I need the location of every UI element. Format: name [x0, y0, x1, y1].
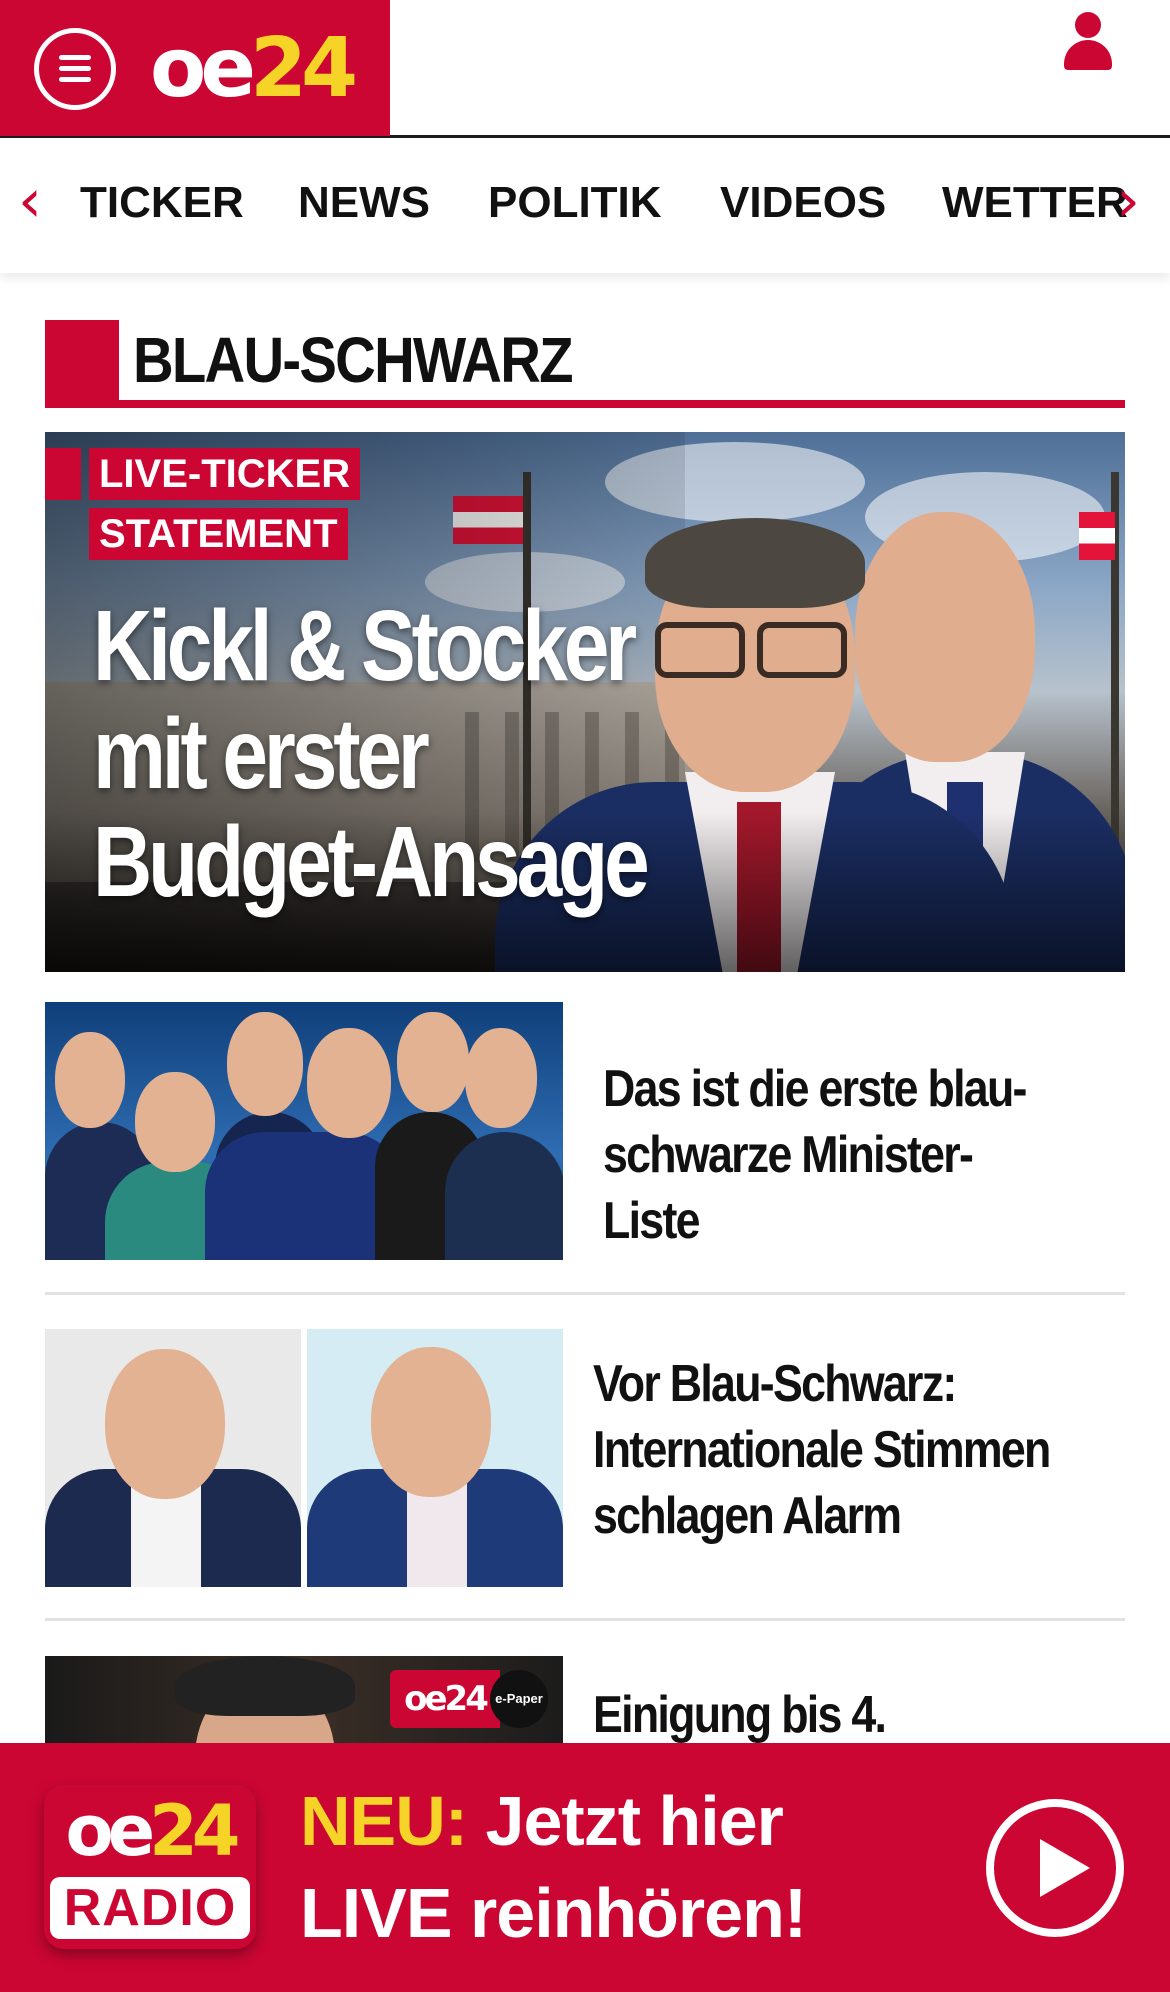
article-item-international-voices[interactable]: Vor Blau-Schwarz: Internationale Stimmen…	[45, 1329, 1125, 1587]
nav-item-wetter[interactable]: WETTER	[942, 177, 1128, 229]
live-ticker-tag: LIVE-TICKER	[89, 448, 361, 500]
top-header: oe24	[0, 0, 1170, 138]
nav-item-videos[interactable]: VIDEOS	[720, 177, 886, 229]
hero-headline[interactable]: Kickl & Stocker mit erster Budget-Ansage	[93, 590, 650, 918]
article-headline[interactable]: Vor Blau-Schwarz: Internationale Stimmen…	[593, 1351, 1051, 1549]
logo-24-text: 24	[249, 21, 358, 116]
divider	[45, 1292, 1125, 1295]
page: oe24 ‹ TICKER NEWS POLITIK VIDEOS WETTER…	[0, 0, 1170, 1992]
category-nav: ‹ TICKER NEWS POLITIK VIDEOS WETTER ›	[0, 141, 1170, 273]
nav-item-politik[interactable]: POLITIK	[488, 177, 662, 229]
statement-tag: STATEMENT	[89, 508, 348, 560]
brand-block: oe24	[0, 0, 390, 136]
hamburger-menu-icon[interactable]	[34, 28, 116, 110]
user-icon[interactable]	[1062, 12, 1114, 70]
radio-promo-line-2[interactable]: LIVE reinhören!	[300, 1871, 807, 1955]
radio-promo-line-1[interactable]: NEU: Jetzt hier	[300, 1779, 784, 1863]
hero-headline-line-1: Kickl & Stocker	[93, 590, 637, 702]
radio-new-label: NEU:	[300, 1782, 468, 1860]
article-headline-line: Das ist die erste blau-	[603, 1060, 1027, 1118]
epaper-badge: oe24 e-Paper	[390, 1670, 550, 1728]
play-icon[interactable]	[986, 1799, 1124, 1937]
radio-logo-24: 24	[149, 1790, 240, 1872]
article-headline-line: Internationale Stimmen	[593, 1421, 1051, 1479]
nav-prev-arrow-icon[interactable]: ‹	[10, 171, 50, 231]
epaper-label: e-Paper	[490, 1670, 548, 1728]
epaper-logo: oe24	[390, 1670, 500, 1728]
radio-logo-oe: oe	[65, 1790, 156, 1872]
section-heading: BLAU-SCHWARZ	[45, 320, 1125, 408]
article-headline-line: schwarze Minister-Liste	[603, 1126, 974, 1250]
article-headline[interactable]: Das ist die erste blau- schwarze Ministe…	[603, 1056, 1052, 1254]
hero-headline-line-2: mit erster	[93, 698, 430, 810]
hero-headline-line-3: Budget-Ansage	[93, 806, 650, 918]
oe24-radio-logo[interactable]: oe24 RADIO	[44, 1785, 256, 1949]
article-item-minister-list[interactable]: Das ist die erste blau- schwarze Ministe…	[45, 1002, 1125, 1260]
section-underline	[45, 400, 1125, 408]
nav-next-arrow-icon[interactable]: ›	[1108, 171, 1148, 231]
nav-item-news[interactable]: NEWS	[298, 177, 430, 229]
hero-article[interactable]: LIVE-TICKER STATEMENT Kickl & Stocker mi…	[45, 432, 1125, 972]
oe24-logo[interactable]: oe24	[150, 21, 358, 116]
section-accent	[45, 320, 119, 408]
radio-promo-text: Jetzt hier	[467, 1782, 784, 1860]
article-headline-line: Vor Blau-Schwarz:	[593, 1355, 957, 1413]
radio-logo-label: RADIO	[50, 1877, 250, 1939]
section-title[interactable]: BLAU-SCHWARZ	[133, 320, 574, 400]
radio-banner[interactable]: oe24 RADIO NEU: Jetzt hier LIVE reinhöre…	[0, 1743, 1170, 1992]
article-thumbnail[interactable]	[45, 1002, 563, 1260]
divider	[45, 1618, 1125, 1621]
nav-item-ticker[interactable]: TICKER	[80, 177, 244, 229]
article-thumbnail[interactable]	[45, 1329, 563, 1587]
article-headline-line: schlagen Alarm	[593, 1487, 902, 1545]
logo-oe-text: oe	[150, 21, 256, 116]
